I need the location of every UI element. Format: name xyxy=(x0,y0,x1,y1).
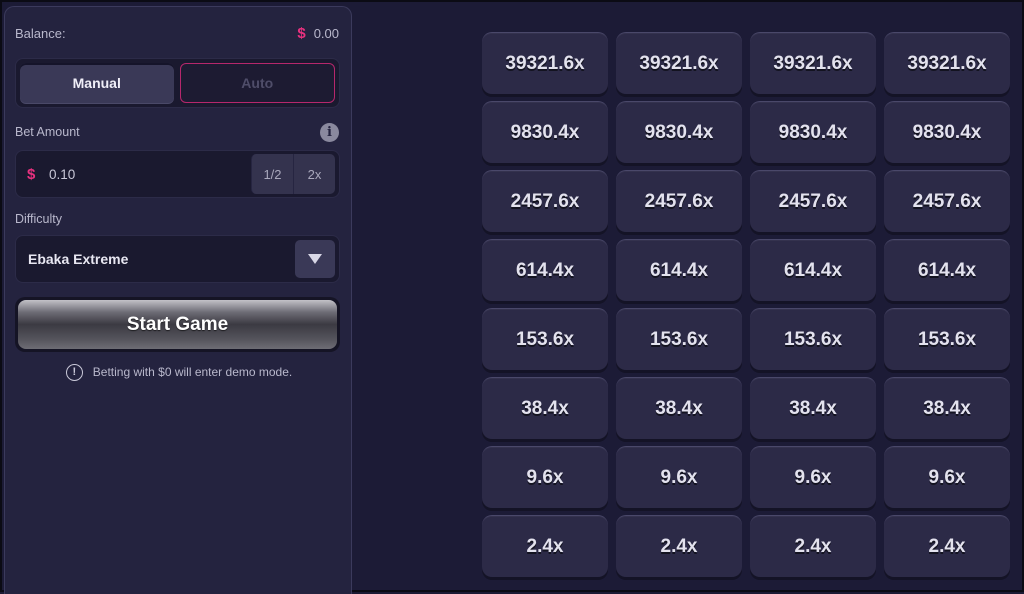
multiplier-tile[interactable]: 153.6x xyxy=(884,308,1010,370)
auto-mode-button[interactable]: Auto xyxy=(179,63,335,103)
balance-label: Balance: xyxy=(15,25,66,41)
multiplier-tile[interactable]: 38.4x xyxy=(616,377,742,439)
multiplier-tile[interactable]: 153.6x xyxy=(482,308,608,370)
info-icon[interactable]: i xyxy=(320,122,339,142)
multiplier-tile[interactable]: 614.4x xyxy=(482,239,608,301)
multiplier-tile[interactable]: 614.4x xyxy=(884,239,1010,301)
multiplier-tile[interactable]: 9.6x xyxy=(616,446,742,508)
multiplier-tile[interactable]: 2.4x xyxy=(482,515,608,577)
start-game-label: Start Game xyxy=(18,300,337,349)
multiplier-tile[interactable]: 614.4x xyxy=(750,239,876,301)
multiplier-tile[interactable]: 38.4x xyxy=(750,377,876,439)
multiplier-tile[interactable]: 9.6x xyxy=(884,446,1010,508)
mode-toggle: Manual Auto xyxy=(15,58,340,108)
multiplier-tile[interactable]: 614.4x xyxy=(616,239,742,301)
multiplier-tile[interactable]: 2457.6x xyxy=(884,170,1010,232)
multiplier-tile[interactable]: 39321.6x xyxy=(482,32,608,94)
multiplier-tile[interactable]: 38.4x xyxy=(482,377,608,439)
difficulty-dropdown-button[interactable] xyxy=(295,240,335,278)
bet-amount-input[interactable] xyxy=(49,166,251,182)
multiplier-tile[interactable]: 9830.4x xyxy=(884,101,1010,163)
bet-amount-header: Bet Amount i xyxy=(15,122,339,142)
difficulty-selected-value: Ebaka Extreme xyxy=(28,251,129,267)
difficulty-label: Difficulty xyxy=(15,212,63,226)
multiplier-tile[interactable]: 2.4x xyxy=(750,515,876,577)
multiplier-tile[interactable]: 39321.6x xyxy=(616,32,742,94)
game-window: Balance: $ 0.00 Manual Auto Bet Amount i… xyxy=(0,0,1024,594)
balance-display: $ 0.00 xyxy=(297,25,339,42)
multiplier-tile[interactable]: 2.4x xyxy=(884,515,1010,577)
balance-currency: $ xyxy=(297,24,306,42)
demo-mode-note: ! Betting with $0 will enter demo mode. xyxy=(5,362,353,382)
difficulty-select[interactable]: Ebaka Extreme xyxy=(15,235,340,283)
balance-value: 0.00 xyxy=(313,25,339,41)
multiplier-tile[interactable]: 9.6x xyxy=(750,446,876,508)
chevron-down-icon xyxy=(308,254,322,264)
multiplier-tile[interactable]: 9830.4x xyxy=(750,101,876,163)
difficulty-header: Difficulty xyxy=(15,209,339,229)
multiplier-tile[interactable]: 39321.6x xyxy=(750,32,876,94)
multiplier-tile[interactable]: 2457.6x xyxy=(616,170,742,232)
half-bet-button[interactable]: 1/2 xyxy=(251,154,293,194)
bet-amount-label: Bet Amount xyxy=(15,125,80,139)
multiplier-tile[interactable]: 153.6x xyxy=(750,308,876,370)
bet-currency: $ xyxy=(27,165,36,183)
start-game-button[interactable]: Start Game xyxy=(15,297,340,352)
multiplier-tile[interactable]: 9830.4x xyxy=(482,101,608,163)
multiplier-tile[interactable]: 39321.6x xyxy=(884,32,1010,94)
balance-row: Balance: $ 0.00 xyxy=(15,23,339,43)
bet-sidebar: Balance: $ 0.00 Manual Auto Bet Amount i… xyxy=(4,6,352,594)
multiplier-tile[interactable]: 2457.6x xyxy=(750,170,876,232)
multiplier-tile[interactable]: 9.6x xyxy=(482,446,608,508)
multiplier-tile[interactable]: 2.4x xyxy=(616,515,742,577)
double-bet-button[interactable]: 2x xyxy=(293,154,335,194)
warning-icon: ! xyxy=(65,363,83,381)
multiplier-grid: 39321.6x 39321.6x 39321.6x 39321.6x 9830.4x 9… xyxy=(482,32,1010,577)
multiplier-tile[interactable]: 153.6x xyxy=(616,308,742,370)
multiplier-tile[interactable]: 9830.4x xyxy=(616,101,742,163)
multiplier-tile[interactable]: 38.4x xyxy=(884,377,1010,439)
bet-amount-field: $ 1/2 2x xyxy=(15,150,340,198)
manual-mode-button[interactable]: Manual xyxy=(20,63,174,103)
multiplier-tile[interactable]: 2457.6x xyxy=(482,170,608,232)
demo-mode-text: Betting with $0 will enter demo mode. xyxy=(92,365,293,379)
